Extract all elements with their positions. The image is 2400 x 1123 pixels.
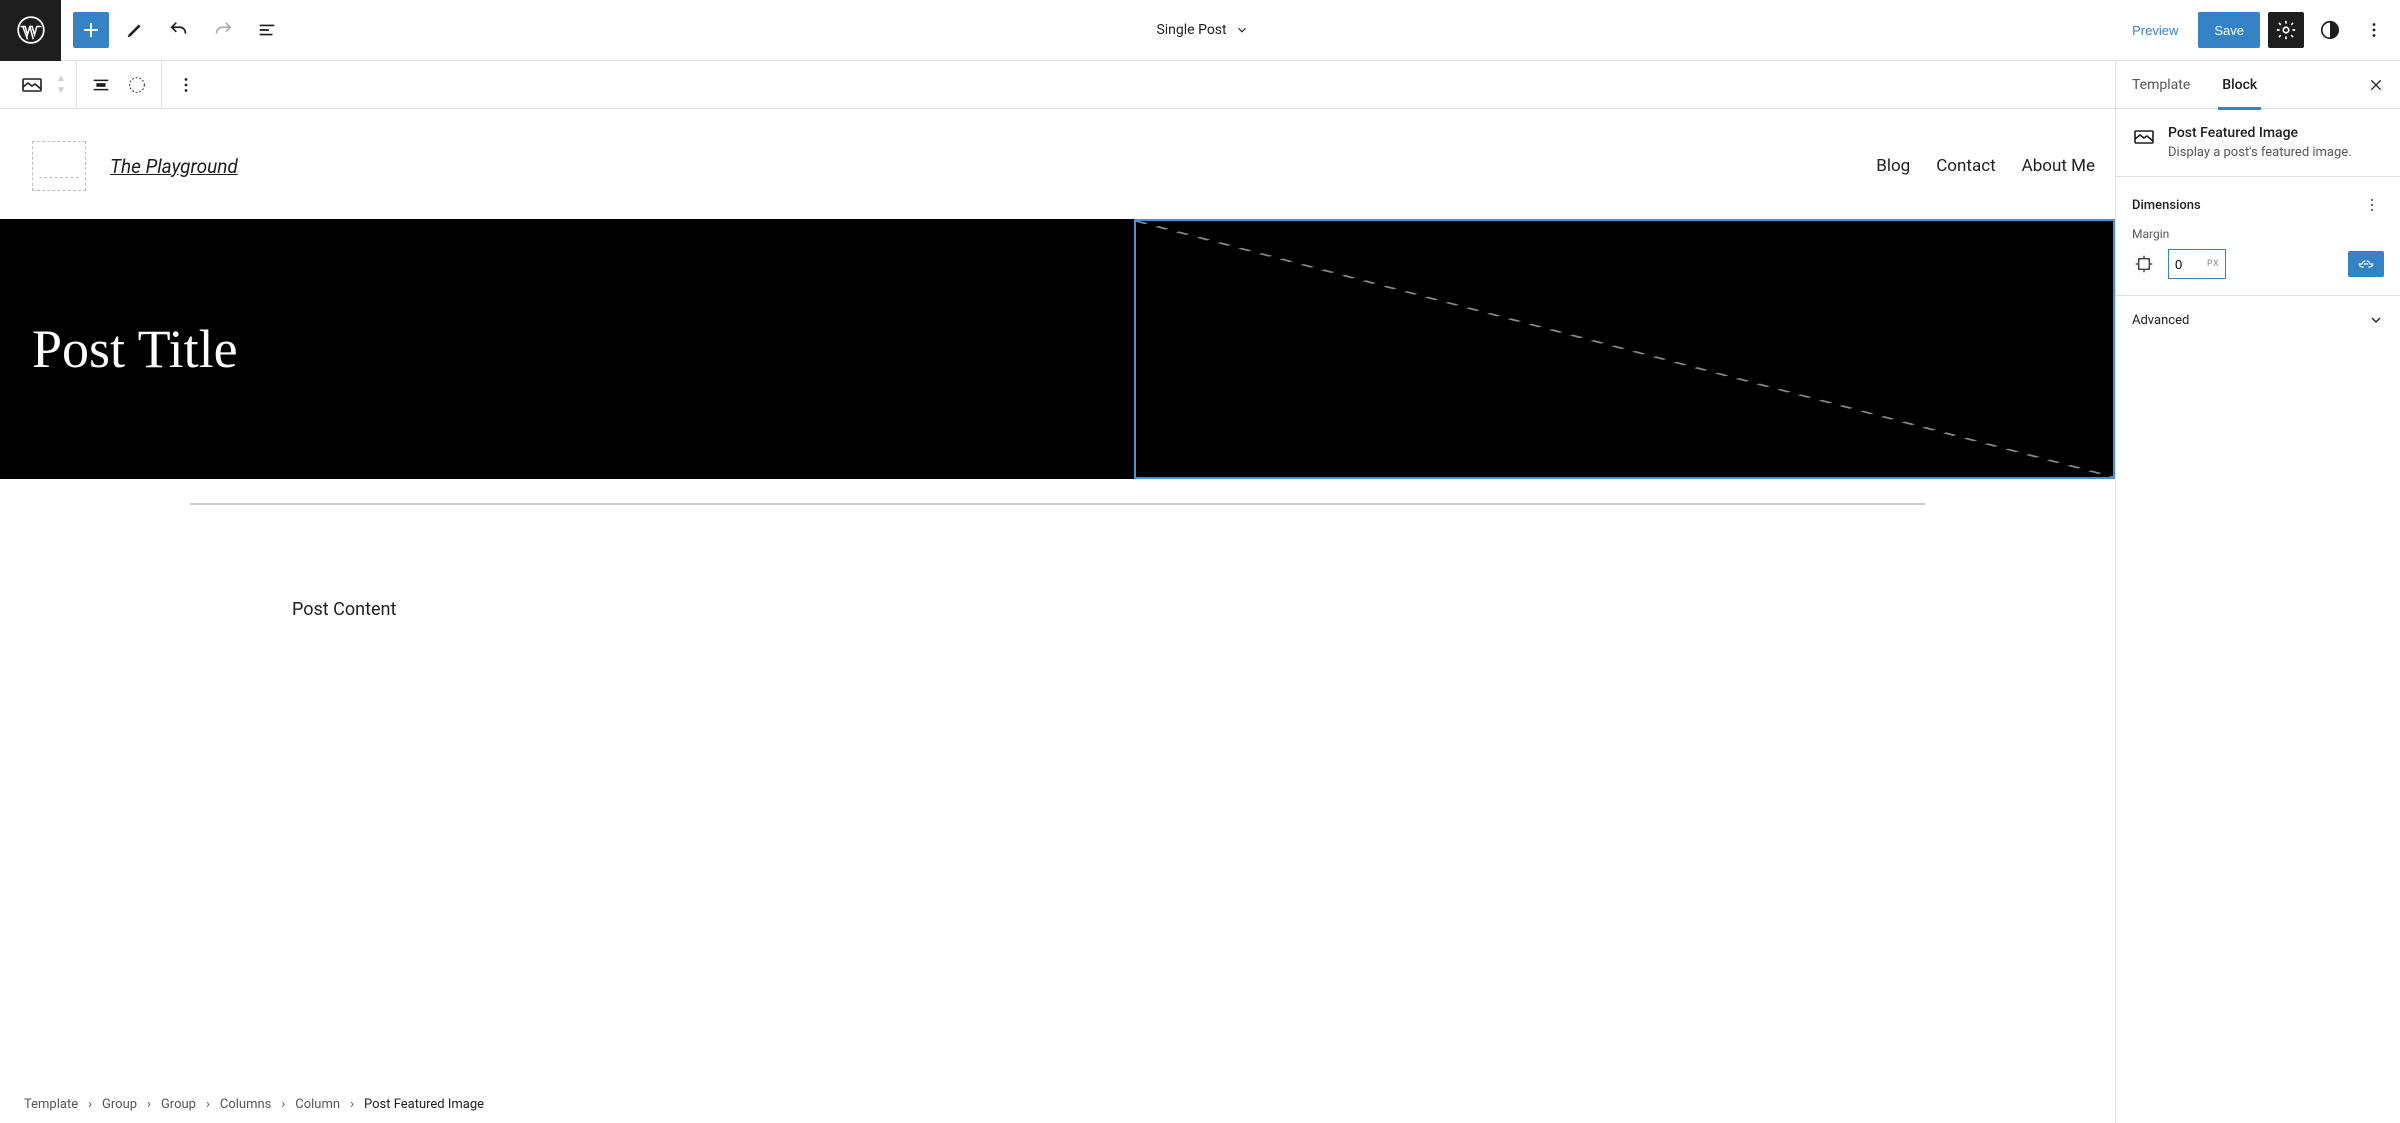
tab-block[interactable]: Block <box>2206 61 2273 109</box>
settings-button[interactable] <box>2268 12 2304 48</box>
custom-size-icon <box>2135 255 2153 273</box>
site-logo-placeholder[interactable] <box>32 141 86 191</box>
pencil-icon <box>124 19 146 41</box>
block-more-button[interactable] <box>168 67 204 103</box>
nav-item[interactable]: About Me <box>2022 156 2095 176</box>
edit-button[interactable] <box>117 12 153 48</box>
top-toolbar: Single Post Preview Save <box>0 0 2400 61</box>
margin-unit[interactable]: PX <box>2201 259 2225 269</box>
featured-image-icon <box>2132 125 2156 149</box>
post-title[interactable]: Post Title <box>32 318 238 380</box>
advanced-panel[interactable]: Advanced <box>2116 296 2400 344</box>
styles-button[interactable] <box>2312 12 2348 48</box>
block-description: Display a post's featured image. <box>2168 145 2352 160</box>
hero-section: Post Title <box>0 219 2115 479</box>
editor-canvas[interactable]: The Playground Blog Contact About Me Pos… <box>0 109 2115 1085</box>
nav-item[interactable]: Contact <box>1936 156 1995 176</box>
settings-sidebar: Template Block Post Featured Image Displ… <box>2115 61 2400 1123</box>
add-block-button[interactable] <box>73 12 109 48</box>
margin-label: Margin <box>2132 227 2384 241</box>
plus-icon <box>79 18 103 42</box>
margin-custom-button[interactable] <box>2132 252 2156 276</box>
duotone-button[interactable] <box>119 67 155 103</box>
block-name: Post Featured Image <box>2168 125 2352 141</box>
link-sides-button[interactable] <box>2348 251 2384 277</box>
featured-image-block[interactable] <box>1134 219 2115 479</box>
kebab-icon <box>2363 19 2385 41</box>
undo-icon <box>168 19 190 41</box>
close-icon <box>2368 77 2384 93</box>
contrast-icon <box>2319 19 2341 41</box>
placeholder-diagonal-icon <box>1136 221 2113 477</box>
duotone-icon <box>126 74 148 96</box>
kebab-icon <box>175 74 197 96</box>
tab-template[interactable]: Template <box>2116 61 2206 109</box>
chevron-down-icon <box>1235 23 1249 37</box>
block-mover: ▲ ▼ <box>52 73 70 97</box>
block-type-button[interactable] <box>14 67 50 103</box>
breadcrumb-item[interactable]: Template <box>24 1097 78 1112</box>
close-sidebar-button[interactable] <box>2362 71 2390 99</box>
document-title[interactable]: Single Post <box>285 22 2120 38</box>
breadcrumb-item[interactable]: Column <box>295 1097 340 1112</box>
breadcrumb-item[interactable]: Post Featured Image <box>364 1097 484 1112</box>
redo-icon <box>212 19 234 41</box>
breadcrumb-item[interactable]: Columns <box>220 1097 272 1112</box>
move-up-button[interactable]: ▲ <box>52 73 70 85</box>
block-toolbar: ▲ ▼ <box>0 61 2115 109</box>
chevron-down-icon <box>2368 312 2384 328</box>
advanced-label: Advanced <box>2132 313 2189 328</box>
list-view-button[interactable] <box>249 12 285 48</box>
gear-icon <box>2275 19 2297 41</box>
more-options-button[interactable] <box>2356 12 2392 48</box>
site-nav: Blog Contact About Me <box>1876 156 2095 176</box>
align-button[interactable] <box>83 67 119 103</box>
preview-button[interactable]: Preview <box>2120 12 2190 48</box>
featured-image-icon <box>20 73 44 97</box>
site-title[interactable]: The Playground <box>110 155 238 178</box>
post-content[interactable]: Post Content <box>0 529 2115 620</box>
breadcrumb-item[interactable]: Group <box>161 1097 196 1112</box>
align-icon <box>90 74 112 96</box>
breadcrumb-item[interactable]: Group <box>102 1097 137 1112</box>
dimensions-title: Dimensions <box>2132 198 2201 213</box>
link-icon <box>2357 255 2375 273</box>
document-title-label: Single Post <box>1156 22 1226 38</box>
dimensions-options-button[interactable] <box>2360 193 2384 217</box>
block-breadcrumb: Template› Group› Group› Columns› Column›… <box>0 1085 2115 1123</box>
list-view-icon <box>256 19 278 41</box>
move-down-button[interactable]: ▼ <box>52 85 70 97</box>
nav-item[interactable]: Blog <box>1876 156 1910 176</box>
wordpress-logo-button[interactable] <box>0 0 61 61</box>
redo-button[interactable] <box>205 12 241 48</box>
kebab-icon <box>2362 195 2382 215</box>
wordpress-icon <box>17 16 45 44</box>
save-button[interactable]: Save <box>2198 12 2260 48</box>
site-header: The Playground Blog Contact About Me <box>0 109 2115 219</box>
separator[interactable] <box>190 503 1924 505</box>
margin-input[interactable] <box>2169 250 2201 278</box>
undo-button[interactable] <box>161 12 197 48</box>
